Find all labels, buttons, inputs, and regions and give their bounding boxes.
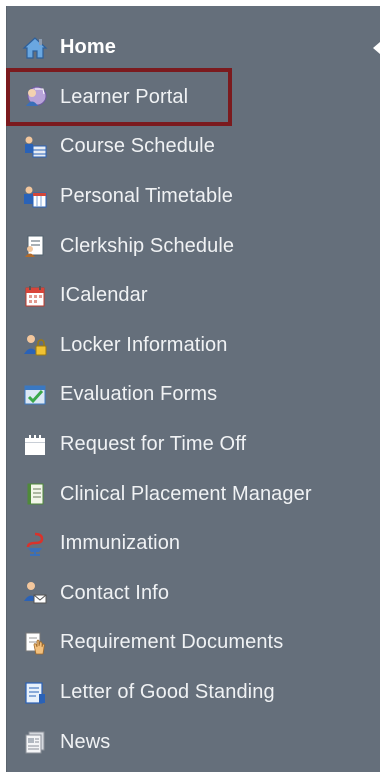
nav-item-icalendar[interactable]: ICalendar <box>6 271 380 321</box>
nav-item-immunization[interactable]: Immunization <box>6 519 380 569</box>
nav-list: Home Learner Portal Course Schedule Pers… <box>6 23 380 767</box>
time-off-calendar-icon <box>22 432 48 458</box>
nav-item-label: Course Schedule <box>60 135 215 158</box>
course-schedule-icon <box>22 134 48 160</box>
nav-item-label: Immunization <box>60 532 181 555</box>
nav-item-label: Evaluation Forms <box>60 383 218 406</box>
nav-item-news[interactable]: News <box>6 717 380 767</box>
requirement-documents-icon <box>22 630 48 656</box>
personal-timetable-icon <box>22 184 48 210</box>
immunization-icon <box>22 531 48 557</box>
nav-item-label: Learner Portal <box>60 85 189 108</box>
nav-item-clerkship-schedule[interactable]: Clerkship Schedule <box>6 221 380 271</box>
nav-item-label: Locker Information <box>60 333 228 356</box>
nav-item-letter-good-standing[interactable]: Letter of Good Standing <box>6 668 380 718</box>
locker-icon <box>22 332 48 358</box>
nav-item-contact-info[interactable]: Contact Info <box>6 569 380 619</box>
nav-item-home[interactable]: Home <box>6 23 380 73</box>
sidebar-menu: Home Learner Portal Course Schedule Pers… <box>6 6 380 772</box>
nav-item-label: Contact Info <box>60 581 170 604</box>
nav-item-request-time-off[interactable]: Request for Time Off <box>6 420 380 470</box>
nav-item-requirement-documents[interactable]: Requirement Documents <box>6 618 380 668</box>
nav-item-personal-timetable[interactable]: Personal Timetable <box>6 172 380 222</box>
nav-item-clinical-placement-manager[interactable]: Clinical Placement Manager <box>6 469 380 519</box>
nav-item-course-schedule[interactable]: Course Schedule <box>6 122 380 172</box>
learner-portal-icon <box>22 84 48 110</box>
calendar-icon <box>22 283 48 309</box>
nav-item-label: Clinical Placement Manager <box>60 482 312 505</box>
nav-item-evaluation-forms[interactable]: Evaluation Forms <box>6 370 380 420</box>
letter-document-icon <box>22 680 48 706</box>
nav-item-learner-portal[interactable]: Learner Portal <box>6 73 380 123</box>
nav-item-label: Personal Timetable <box>60 185 234 208</box>
news-icon <box>22 729 48 755</box>
nav-item-label: News <box>60 730 111 753</box>
clerkship-schedule-icon <box>22 233 48 259</box>
nav-item-locker-information[interactable]: Locker Information <box>6 321 380 371</box>
evaluation-forms-icon <box>22 382 48 408</box>
clinical-placement-icon <box>22 481 48 507</box>
nav-item-label: ICalendar <box>60 284 148 307</box>
contact-info-icon <box>22 580 48 606</box>
nav-item-label: Home <box>60 36 116 59</box>
nav-item-label: Letter of Good Standing <box>60 681 275 704</box>
home-icon <box>22 35 48 61</box>
nav-item-label: Request for Time Off <box>60 433 247 456</box>
nav-item-label: Requirement Documents <box>60 631 284 654</box>
nav-item-label: Clerkship Schedule <box>60 234 235 257</box>
